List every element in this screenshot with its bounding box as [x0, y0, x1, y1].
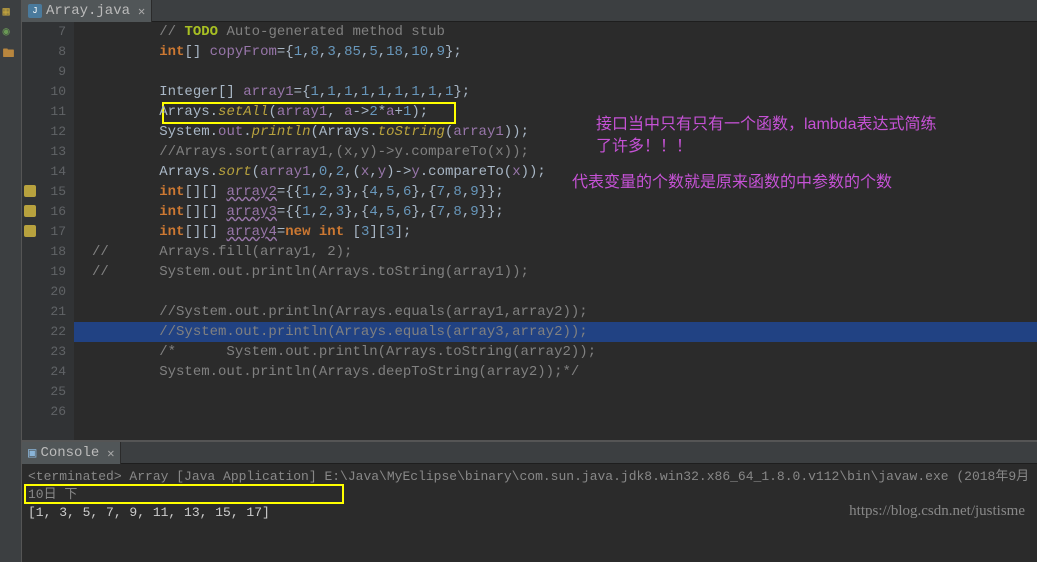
line-number: 16	[22, 202, 66, 222]
overlay-annotation: 了许多！！！	[596, 132, 692, 156]
line-number: 13	[22, 142, 66, 162]
line-number: 15	[22, 182, 66, 202]
editor-tab-bar: J Array.java ✕	[22, 0, 1037, 22]
line-number: 20	[22, 282, 66, 302]
line-number: 23	[22, 342, 66, 362]
code-editor[interactable]: 7891011121314151617181920212223242526 //…	[22, 22, 1037, 440]
line-number: 26	[22, 402, 66, 422]
console-icon: ▣	[28, 445, 36, 462]
line-number: 14	[22, 162, 66, 182]
class-icon[interactable]: ◉	[3, 24, 19, 40]
tab-filename: Array.java	[46, 3, 130, 19]
code-line[interactable]: int[] copyFrom={1,8,3,85,5,18,10,9};	[74, 42, 1037, 62]
code-line[interactable]: System.out.println(Arrays.deepToString(a…	[74, 362, 1037, 382]
code-line[interactable]: int[][] array3={{1,2,3},{4,5,6},{7,8,9}}…	[74, 202, 1037, 222]
code-line[interactable]: // TODO Auto-generated method stub	[74, 22, 1037, 42]
code-line[interactable]	[74, 62, 1037, 82]
overlay-annotation: 接口当中只有只有一个函数，lambda表达式简练	[596, 110, 936, 134]
line-number: 18	[22, 242, 66, 262]
line-number: 8	[22, 42, 66, 62]
line-number: 9	[22, 62, 66, 82]
code-line[interactable]	[74, 382, 1037, 402]
code-line[interactable]: //Arrays.sort(array1,(x,y)->y.compareTo(…	[74, 142, 1037, 162]
code-line[interactable]: //System.out.println(Arrays.equals(array…	[74, 302, 1037, 322]
line-number: 24	[22, 362, 66, 382]
line-number: 21	[22, 302, 66, 322]
close-icon[interactable]: ✕	[107, 446, 114, 461]
overlay-annotation: 代表变量的个数就是原来函数的中参数的个数	[572, 168, 892, 192]
watermark-url: https://blog.csdn.net/justisme	[849, 502, 1025, 520]
code-line[interactable]: int[][] array4=new int [3][3];	[74, 222, 1037, 242]
line-number: 25	[22, 382, 66, 402]
code-line[interactable]: // System.out.println(Arrays.toString(ar…	[74, 262, 1037, 282]
line-number: 17	[22, 222, 66, 242]
code-line[interactable]: /* System.out.println(Arrays.toString(ar…	[74, 342, 1037, 362]
line-number: 19	[22, 262, 66, 282]
folder-icon[interactable]: 🖿	[3, 44, 19, 60]
pkg-icon[interactable]: ▦	[3, 4, 19, 20]
line-number: 7	[22, 22, 66, 42]
terminated-process-line: <terminated> Array [Java Application] E:…	[28, 468, 1031, 504]
java-file-icon: J	[28, 4, 42, 18]
vertical-toolbar: ▦ ◉ 🖿	[0, 0, 22, 562]
code-area[interactable]: // TODO Auto-generated method stub int[]…	[74, 22, 1037, 440]
code-line[interactable]	[74, 282, 1037, 302]
code-line[interactable]: // Arrays.fill(array1, 2);	[74, 242, 1037, 262]
line-number: 12	[22, 122, 66, 142]
console-tab-bar: ▣ Console ✕	[22, 442, 1037, 464]
code-line[interactable]	[74, 402, 1037, 422]
line-number: 11	[22, 102, 66, 122]
code-line[interactable]: //System.out.println(Arrays.equals(array…	[74, 322, 1037, 342]
console-output[interactable]: <terminated> Array [Java Application] E:…	[22, 464, 1037, 526]
close-icon[interactable]: ✕	[138, 4, 145, 19]
file-tab-array-java[interactable]: J Array.java ✕	[22, 0, 152, 22]
line-number: 10	[22, 82, 66, 102]
code-line[interactable]: int[][] array2={{1,2,3},{4,5,6},{7,8,9}}…	[74, 182, 1037, 202]
console-tab-label: Console	[40, 445, 99, 461]
code-line[interactable]: Arrays.sort(array1,0,2,(x,y)->y.compareT…	[74, 162, 1037, 182]
line-number: 22	[22, 322, 66, 342]
console-panel: ▣ Console ✕ <terminated> Array [Java App…	[22, 440, 1037, 562]
line-number-gutter: 7891011121314151617181920212223242526	[22, 22, 74, 440]
code-line[interactable]: Integer[] array1={1,1,1,1,1,1,1,1,1};	[74, 82, 1037, 102]
console-tab[interactable]: ▣ Console ✕	[22, 442, 121, 464]
